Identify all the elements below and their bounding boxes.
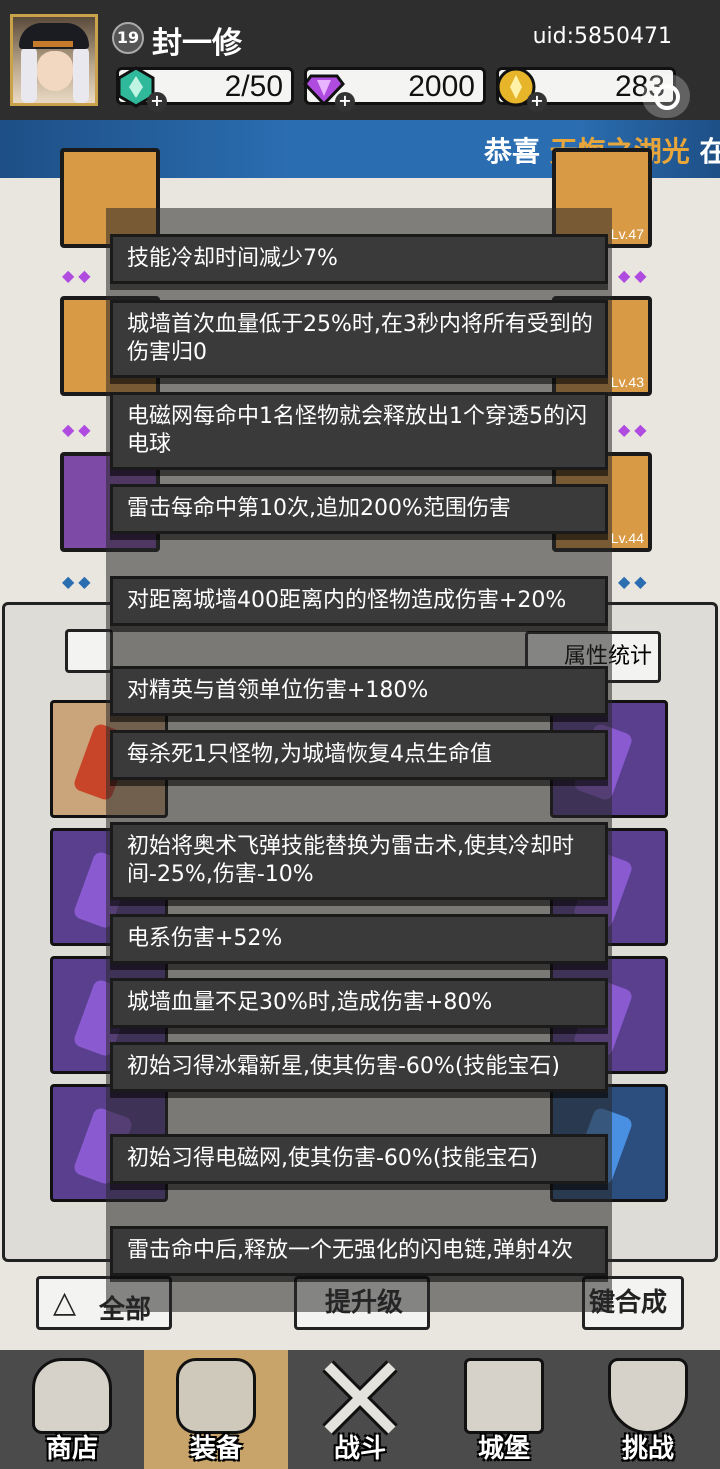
socket-dots: ◆◆	[618, 572, 651, 591]
equipment-level: Lv.43	[610, 374, 644, 390]
plus-icon[interactable]: +	[147, 92, 167, 112]
nav-shop[interactable]: 商店	[0, 1350, 144, 1469]
nav-label: 城堡	[477, 1434, 530, 1464]
nav-label: 挑战	[621, 1434, 674, 1464]
backpack-icon	[176, 1358, 256, 1434]
shop-icon	[32, 1358, 112, 1434]
nav-label: 装备	[189, 1434, 242, 1464]
tooltip-line: 城墙首次血量低于25%时,在3秒内将所有受到的伤害归0	[110, 300, 608, 378]
equipment-level: Lv.44	[610, 530, 644, 546]
tooltip-line: 电磁网每命中1名怪物就会释放出1个穿透5的闪电球	[110, 392, 608, 470]
avatar-hair	[21, 47, 37, 103]
nav-castle[interactable]: 城堡	[432, 1350, 576, 1469]
tooltip-line: 对精英与首领单位伤害+180%	[110, 666, 608, 716]
tooltip-line: 对距离城墙400距离内的怪物造成伤害+20%	[110, 576, 608, 626]
nav-challenge[interactable]: 挑战	[576, 1350, 720, 1469]
equipment-level: Lv.47	[610, 226, 644, 242]
player-avatar[interactable]	[10, 14, 98, 106]
castle-icon	[464, 1358, 544, 1434]
avatar-hair	[73, 47, 89, 103]
socket-dots: ◆◆	[618, 266, 651, 285]
socket-dots: ◆◆	[62, 420, 95, 439]
tooltip-line: 雷击命中后,释放一个无强化的闪电链,弹射4次	[110, 1226, 608, 1276]
tooltip-line: 初始习得冰霜新星,使其伤害-60%(技能宝石)	[110, 1042, 608, 1092]
shield-icon	[608, 1358, 688, 1434]
socket-dots: ◆◆	[62, 572, 95, 591]
top-header: 19 封一修 uid:5850471 + 2/50 + 2000 + 283	[0, 0, 720, 120]
banner-prefix: 恭喜	[484, 135, 541, 168]
player-level-badge: 19	[112, 22, 144, 54]
nav-label: 战斗	[333, 1434, 386, 1464]
energy-resource[interactable]: + 2/50	[116, 66, 294, 112]
energy-count: 2/50	[224, 70, 283, 103]
plus-icon[interactable]: +	[527, 92, 547, 112]
socket-dots: ◆◆	[62, 266, 95, 285]
tooltip-line: 城墙血量不足30%时,造成伤害+80%	[110, 978, 608, 1028]
bottom-navigation: 商店 装备 战斗 城堡 挑战	[0, 1350, 720, 1469]
crossed-swords-icon	[322, 1360, 398, 1436]
up-arrow-icon: △	[53, 1285, 77, 1320]
avatar-hatband	[33, 41, 73, 47]
miniapp-menu-button[interactable]	[642, 74, 690, 118]
player-uid: uid:5850471	[532, 24, 672, 49]
nav-equipment[interactable]: 装备	[144, 1350, 288, 1469]
tooltip-line: 技能冷却时间减少7%	[110, 234, 608, 284]
tooltip-line: 每杀死1只怪物,为城墙恢复4点生命值	[110, 730, 608, 780]
nav-battle[interactable]: 战斗	[288, 1350, 432, 1469]
tooltip-line: 电系伤害+52%	[110, 914, 608, 964]
gems-count: 2000	[408, 70, 475, 103]
plus-icon[interactable]: +	[335, 92, 355, 112]
tooltip-line: 初始习得电磁网,使其伤害-60%(技能宝石)	[110, 1134, 608, 1184]
tooltip-line: 雷击每命中第10次,追加200%范围伤害	[110, 484, 608, 534]
socket-dots: ◆◆	[618, 420, 651, 439]
gems-resource[interactable]: + 2000	[303, 67, 486, 112]
nav-label: 商店	[45, 1434, 98, 1464]
tooltip-line: 初始将奥术飞弹技能替换为雷击术,使其冷却时间-25%,伤害-10%	[110, 822, 608, 900]
banner-suffix: 在	[699, 135, 720, 168]
player-name: 封一修	[152, 26, 242, 61]
avatar-face	[37, 51, 73, 91]
